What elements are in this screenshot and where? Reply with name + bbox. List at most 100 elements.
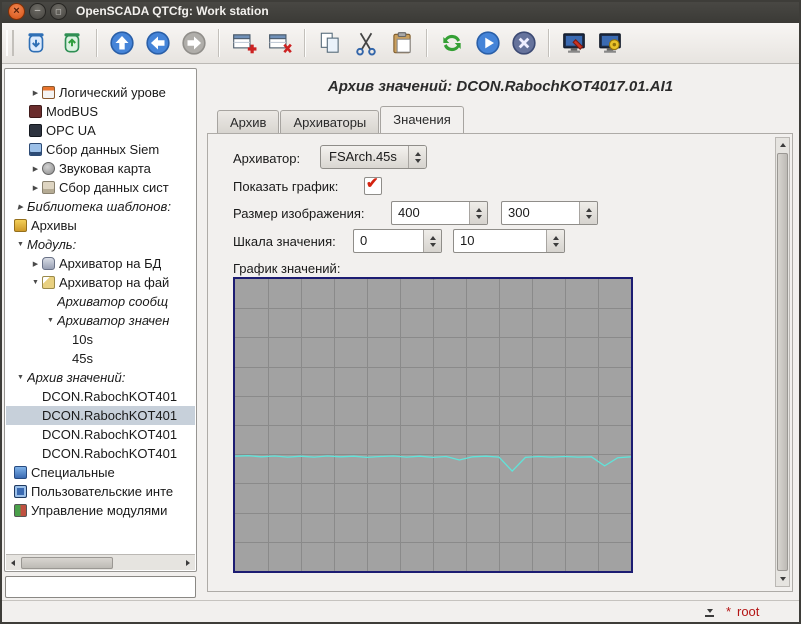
table-icon — [42, 86, 55, 99]
collapse-arrow-icon[interactable]: ▼ — [44, 317, 57, 324]
page-vscrollbar[interactable] — [775, 137, 790, 587]
tree-item[interactable]: Управление модулями — [6, 501, 195, 520]
vscroll-handle[interactable] — [777, 153, 788, 571]
toolbar-handle[interactable] — [6, 30, 14, 56]
expand-arrow-icon[interactable]: ▶ — [29, 184, 42, 192]
tree-item[interactable]: ▼Модуль: — [6, 235, 195, 254]
tree-item[interactable]: ▶Библиотека шаблонов: — [6, 197, 195, 216]
scroll-up-button[interactable] — [776, 138, 789, 152]
delete-item-button[interactable] — [263, 26, 297, 60]
show-graph-checkbox[interactable]: ✔ — [364, 177, 382, 195]
app-window: × – ◻ OpenSCADA QTCfg: Work station ▶Лог… — [0, 0, 801, 624]
minimize-button[interactable]: – — [29, 3, 46, 20]
tree-item-label: Архиватор на фай — [59, 275, 169, 290]
combo-arrows[interactable] — [408, 146, 426, 168]
tree-item[interactable]: ▶Логический урове — [6, 83, 195, 102]
tree-item[interactable]: DCON.RabochKOT401 — [6, 444, 195, 463]
host-connection-button[interactable] — [557, 26, 591, 60]
spin-buttons[interactable] — [423, 230, 441, 252]
item-add-icon — [231, 30, 257, 56]
maximize-button[interactable]: ◻ — [50, 3, 67, 20]
close-button[interactable]: × — [8, 3, 25, 20]
scale-min-spinbox[interactable]: 0 — [353, 229, 442, 253]
scroll-down-button[interactable] — [776, 572, 789, 586]
tab-2[interactable]: Архиваторы — [280, 110, 379, 133]
tree-item-label: Архивы — [31, 218, 77, 233]
tree-item[interactable]: DCON.RabochKOT401 — [6, 425, 195, 444]
host-link-icon — [561, 30, 587, 56]
copy-item-button[interactable] — [313, 26, 347, 60]
tree-item-label: Сбор данных сист — [59, 180, 169, 195]
spin-buttons[interactable] — [546, 230, 564, 252]
tree-item[interactable]: ▶Звуковая карта — [6, 159, 195, 178]
refresh-button[interactable] — [435, 26, 469, 60]
go-back-button[interactable] — [141, 26, 175, 60]
tree-item[interactable]: OPC UA — [6, 121, 195, 140]
scale-max-spinbox[interactable]: 10 — [453, 229, 565, 253]
save-to-db-button[interactable] — [55, 26, 89, 60]
tab-3[interactable]: Значения — [380, 106, 463, 133]
expand-arrow-icon[interactable]: ▶ — [14, 203, 27, 211]
collapse-arrow-icon[interactable]: ▼ — [14, 241, 27, 248]
tree-item[interactable]: DCON.RabochKOT401 — [6, 387, 195, 406]
tree-item[interactable]: ▼Архив значений: — [6, 368, 195, 387]
arrow-up-icon — [553, 236, 559, 240]
tree-item[interactable]: Специальные — [6, 463, 195, 482]
tree-item[interactable]: ▶ Архиватор на БД — [6, 254, 195, 273]
tree-item[interactable]: Архиватор сообщ — [6, 292, 195, 311]
nav-back-icon — [145, 30, 171, 56]
toolbar-separator — [218, 29, 220, 57]
tree-item-label: Архиватор на БД — [59, 256, 161, 271]
go-forward-button[interactable] — [177, 26, 211, 60]
dropdown-bar — [705, 615, 714, 617]
value-graph — [233, 277, 633, 573]
db-save-icon — [59, 30, 85, 56]
image-width-spinbox[interactable]: 400 — [391, 201, 488, 225]
tree-item-label: Модуль: — [27, 237, 76, 252]
tree-item[interactable]: 10s — [6, 330, 195, 349]
tab-1[interactable]: Архив — [217, 110, 279, 133]
cut-item-button[interactable] — [349, 26, 383, 60]
tree-item-label: DCON.RabochKOT401 — [42, 427, 177, 442]
tree-item[interactable]: Пользовательские инте — [6, 482, 195, 501]
tree-item[interactable]: DCON.RabochKOT401 — [6, 406, 195, 425]
tree-item-label: DCON.RabochKOT401 — [42, 389, 177, 404]
tree-item[interactable]: ▶ Сбор данных сист — [6, 178, 195, 197]
refresh-icon — [439, 30, 465, 56]
scroll-left-button[interactable] — [6, 560, 20, 566]
add-item-button[interactable] — [227, 26, 261, 60]
collapse-arrow-icon[interactable]: ▼ — [29, 279, 42, 286]
image-height-spinbox[interactable]: 300 — [501, 201, 598, 225]
tree-item[interactable]: Сбор данных Siem — [6, 140, 195, 159]
tree-item[interactable]: ▼ Архиватор на фай — [6, 273, 195, 292]
start-updating-button[interactable] — [471, 26, 505, 60]
host-tools-button[interactable] — [593, 26, 627, 60]
tree-item[interactable]: 45s — [6, 349, 195, 368]
expand-arrow-icon[interactable]: ▶ — [29, 89, 42, 97]
status-dropdown[interactable] — [701, 605, 718, 620]
expand-arrow-icon[interactable]: ▶ — [29, 165, 42, 173]
stop-updating-button[interactable] — [507, 26, 541, 60]
paste-item-button[interactable] — [385, 26, 419, 60]
tree-item[interactable]: ▼Архиватор значен — [6, 311, 195, 330]
tree-item-label: Специальные — [31, 465, 115, 480]
load-from-db-button[interactable] — [19, 26, 53, 60]
expand-arrow-icon[interactable]: ▶ — [29, 260, 42, 268]
spin-buttons[interactable] — [579, 202, 597, 224]
tree-search-input[interactable] — [5, 576, 196, 598]
scale-min-value: 0 — [354, 230, 423, 252]
host-tools-icon — [597, 30, 623, 56]
status-user: root — [737, 604, 759, 619]
arrow-down-icon — [780, 577, 786, 581]
arrow-down-icon — [586, 215, 592, 219]
hscroll-handle[interactable] — [21, 557, 113, 569]
tree-hscrollbar[interactable] — [6, 554, 195, 570]
archiver-combobox[interactable]: FSArch.45s — [320, 145, 427, 169]
go-up-button[interactable] — [105, 26, 139, 60]
arrow-down-icon — [430, 243, 436, 247]
tree-item[interactable]: Архивы — [6, 216, 195, 235]
spin-buttons[interactable] — [469, 202, 487, 224]
tree-item[interactable]: ModBUS — [6, 102, 195, 121]
collapse-arrow-icon[interactable]: ▼ — [14, 374, 27, 381]
scroll-right-button[interactable] — [181, 560, 195, 566]
